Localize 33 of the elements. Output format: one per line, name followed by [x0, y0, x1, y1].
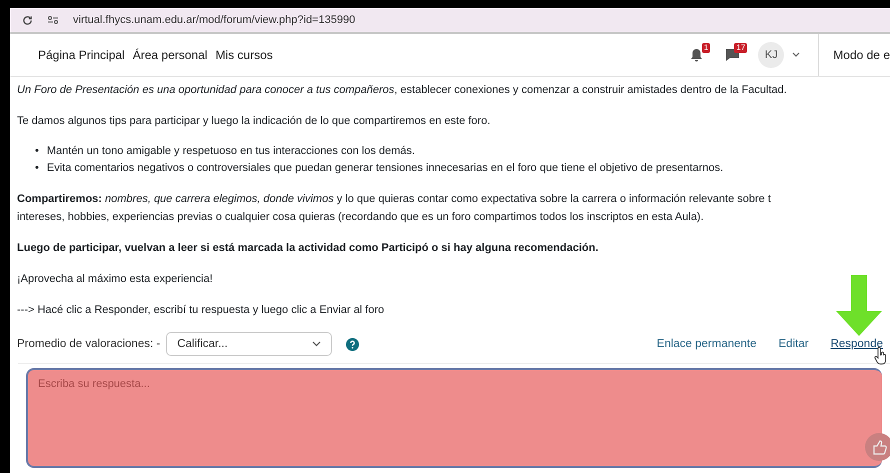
- nav-link[interactable]: Mis cursos: [215, 48, 273, 62]
- post-text: ---> Hacé clic a Responder, escribí tu respuesta y luego clic a Enviar al foro: [17, 303, 386, 318]
- bullet-item: Mantén un tono amigable y respetuoso en tus interacciones con los demás.: [46, 144, 415, 160]
- notifications-icon[interactable]: [690, 48, 704, 62]
- rating-select[interactable]: Calificar...: [166, 332, 332, 356]
- post-text: Luego de participar, vuelvan a leer si está marcada la actividad como Participó o si hay alguna recomendación.: [17, 241, 600, 256]
- notification-count: 1: [702, 43, 710, 54]
- thumbs-up-icon[interactable]: [865, 433, 890, 461]
- help-icon[interactable]: [346, 338, 360, 351]
- post-action-link[interactable]: Enlace permanente: [656, 338, 757, 350]
- post-text: Compartiremos: nombres, que carrera elegimos, donde vivimos y lo que quieras contar como expectativa sobre la carrera o información relevante sobre t: [17, 192, 772, 208]
- chevron-down-icon: [312, 341, 322, 348]
- post-action-link[interactable]: Responde: [830, 338, 883, 350]
- rating-label: Promedio de valoraciones: -: [17, 338, 160, 350]
- address-bar-url[interactable]: virtual.fhycs.unam.edu.ar/mod/forum/view.php?id=135990: [73, 14, 356, 26]
- bullet-item: Evita comentarios negativos o controversiales que puedan generar tensiones innecesarias en el foro que tiene el objetivo de presentarnos.: [46, 161, 724, 176]
- reload-icon[interactable]: [22, 14, 33, 26]
- post-action-link[interactable]: Editar: [778, 338, 809, 350]
- edit-mode-label[interactable]: Modo de e: [818, 34, 890, 76]
- user-avatar[interactable]: KJ: [758, 42, 784, 68]
- nav-link[interactable]: Página Principal: [38, 48, 125, 62]
- post-text: Un Foro de Presentación es una oportunidad para conocer a tus compañeros, establecer conexiones y comenzar a construir amistades dentro de la Facultad.: [17, 83, 788, 98]
- post-text: intereses, hobbies, experiencias previas o cualquier cosa quieras (recordando que es un foro compartimos todos los inscriptos en esta Aula).: [17, 210, 705, 226]
- post-text: ¡Aprovecha al máximo esta experiencia!: [17, 272, 214, 288]
- down-arrow-icon: [836, 275, 882, 336]
- bullet-marker: •: [35, 144, 39, 160]
- nav-link[interactable]: Área personal: [132, 48, 208, 62]
- post-text: Te damos algunos tips para participar y luego la indicación de lo que compartiremos en este foro.: [17, 114, 492, 130]
- message-count: 17: [734, 43, 748, 54]
- bullet-marker: •: [35, 161, 39, 176]
- chevron-down-icon[interactable]: [792, 52, 800, 58]
- reply-field[interactable]: Escriba su respuesta...: [26, 368, 882, 468]
- site-settings-icon[interactable]: [47, 15, 59, 26]
